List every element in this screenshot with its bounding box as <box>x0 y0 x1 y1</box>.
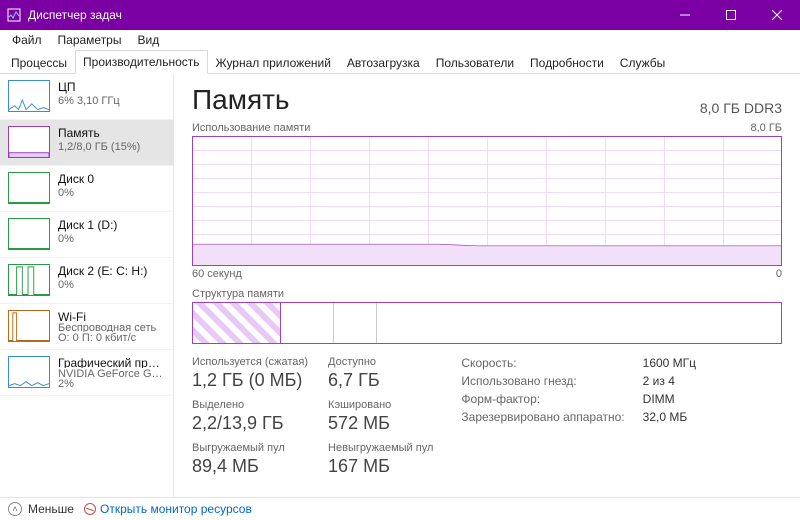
composition-free-a <box>334 303 376 343</box>
memory-capacity: 8,0 ГБ DDR3 <box>700 100 782 116</box>
stat-value: 6,7 ГБ <box>328 370 433 391</box>
minimize-button[interactable] <box>662 0 708 30</box>
stat-label: Выделено <box>192 399 308 411</box>
maximize-button[interactable] <box>708 0 754 30</box>
stat-label: Используется (сжатая) <box>192 356 308 368</box>
tab-performance[interactable]: Производительность <box>75 50 207 74</box>
sidebar-item-title: ЦП <box>58 80 120 95</box>
stat-0: Используется (сжатая) 1,2 ГБ (0 МБ) <box>192 356 308 391</box>
memory-usage-chart <box>192 136 782 266</box>
sidebar-item-title: Память <box>58 126 140 141</box>
sidebar-item-1[interactable]: Память1,2/8,0 ГБ (15%) <box>0 120 173 166</box>
info-val-1: 2 из 4 <box>643 374 696 388</box>
content-memory: Память 8,0 ГБ DDR3 Использование памяти … <box>174 74 800 497</box>
fewer-details-button[interactable]: ˄ Меньше <box>8 502 74 516</box>
axis-left: 60 секунд <box>192 268 242 280</box>
tab-details[interactable]: Подробности <box>522 51 612 74</box>
info-key-2: Форм-фактор: <box>461 392 624 406</box>
sidebar-item-sub: 0% <box>58 187 94 201</box>
sidebar-thumb-icon <box>8 80 50 112</box>
sidebar-item-sub: 0% <box>58 233 117 247</box>
sidebar-item-title: Wi-Fi <box>58 310 156 322</box>
axis-right: 0 <box>776 268 782 280</box>
tabbar: Процессы Производительность Журнал прило… <box>0 50 800 74</box>
info-key-3: Зарезервировано аппаратно: <box>461 410 624 424</box>
sidebar-thumb-icon <box>8 218 50 250</box>
stat-label: Доступно <box>328 356 433 368</box>
sidebar-thumb-icon <box>8 356 50 388</box>
stat-1: Доступно 6,7 ГБ <box>328 356 433 391</box>
sidebar-item-3[interactable]: Диск 1 (D:)0% <box>0 212 173 258</box>
resource-monitor-icon <box>84 503 96 515</box>
memory-stats: Используется (сжатая) 1,2 ГБ (0 МБ) Доступ… <box>192 356 782 477</box>
stat-label: Невыгружаемый пул <box>328 442 433 454</box>
sidebar-item-sub: Беспроводная сеть <box>58 322 156 333</box>
menu-view[interactable]: Вид <box>129 31 167 49</box>
open-resource-monitor-link[interactable]: Открыть монитор ресурсов <box>84 502 252 516</box>
sidebar-item-title: Диск 1 (D:) <box>58 218 117 233</box>
sidebar-item-2[interactable]: Диск 00% <box>0 166 173 212</box>
sidebar-thumb-icon <box>8 264 50 296</box>
sidebar-item-sub: 1,2/8,0 ГБ (15%) <box>58 141 140 155</box>
menubar: Файл Параметры Вид <box>0 30 800 50</box>
window-title: Диспетчер задач <box>28 8 122 22</box>
info-val-0: 1600 МГц <box>643 356 696 370</box>
tab-users[interactable]: Пользователи <box>428 51 522 74</box>
info-val-2: DIMM <box>643 392 696 406</box>
sidebar-item-sub2: О: 0 П: 0 кбит/с <box>58 332 156 343</box>
stat-value: 1,2 ГБ (0 МБ) <box>192 370 308 391</box>
chevron-up-icon: ˄ <box>8 502 22 516</box>
page-title: Память <box>192 84 290 116</box>
tab-services[interactable]: Службы <box>612 51 673 74</box>
stat-label: Кэшировано <box>328 399 433 411</box>
stat-value: 572 МБ <box>328 413 433 434</box>
titlebar[interactable]: Диспетчер задач <box>0 0 800 30</box>
menu-file[interactable]: Файл <box>4 31 50 49</box>
usage-chart-label: Использование памяти <box>192 122 310 134</box>
stat-label: Выгружаемый пул <box>192 442 308 454</box>
stat-value: 167 МБ <box>328 456 433 477</box>
tab-startup[interactable]: Автозагрузка <box>339 51 428 74</box>
stat-5: Невыгружаемый пул 167 МБ <box>328 442 433 477</box>
stat-value: 2,2/13,9 ГБ <box>192 413 308 434</box>
sidebar-item-sub: NVIDIA GeForce GTX 1060 <box>58 368 165 379</box>
task-manager-icon <box>6 7 22 23</box>
stat-4: Выгружаемый пул 89,4 МБ <box>192 442 308 477</box>
composition-reserved <box>281 303 334 343</box>
sidebar: ЦП6% 3,10 ГГцПамять1,2/8,0 ГБ (15%)Диск … <box>0 74 174 497</box>
sidebar-item-title: Диск 0 <box>58 172 94 187</box>
sidebar-item-0[interactable]: ЦП6% 3,10 ГГц <box>0 74 173 120</box>
info-key-1: Использовано гнезд: <box>461 374 624 388</box>
memory-composition-chart <box>192 302 782 344</box>
composition-used <box>193 303 281 343</box>
tab-app-history[interactable]: Журнал приложений <box>208 51 339 74</box>
stat-value: 89,4 МБ <box>192 456 308 477</box>
tab-processes[interactable]: Процессы <box>3 51 75 74</box>
composition-label: Структура памяти <box>192 288 284 300</box>
sidebar-thumb-icon <box>8 172 50 204</box>
sidebar-item-title: Диск 2 (E: C: H:) <box>58 264 147 279</box>
close-button[interactable] <box>754 0 800 30</box>
menu-options[interactable]: Параметры <box>50 31 130 49</box>
sidebar-item-sub2: 2% <box>58 378 165 389</box>
info-val-3: 32,0 МБ <box>643 410 696 424</box>
stat-2: Выделено 2,2/13,9 ГБ <box>192 399 308 434</box>
sidebar-item-5[interactable]: Wi-FiБеспроводная сетьО: 0 П: 0 кбит/с <box>0 304 173 350</box>
sidebar-thumb-icon <box>8 310 50 342</box>
footer: ˄ Меньше Открыть монитор ресурсов <box>0 497 800 520</box>
stat-3: Кэшировано 572 МБ <box>328 399 433 434</box>
sidebar-item-6[interactable]: Графический процессорNVIDIA GeForce GTX … <box>0 350 173 396</box>
sidebar-item-sub: 6% 3,10 ГГц <box>58 95 120 109</box>
info-key-0: Скорость: <box>461 356 624 370</box>
composition-free-b <box>377 303 781 343</box>
sidebar-item-sub: 0% <box>58 279 147 293</box>
usage-chart-max: 8,0 ГБ <box>750 122 782 134</box>
sidebar-item-title: Графический процессор <box>58 356 165 368</box>
sidebar-thumb-icon <box>8 126 50 158</box>
sidebar-item-4[interactable]: Диск 2 (E: C: H:)0% <box>0 258 173 304</box>
